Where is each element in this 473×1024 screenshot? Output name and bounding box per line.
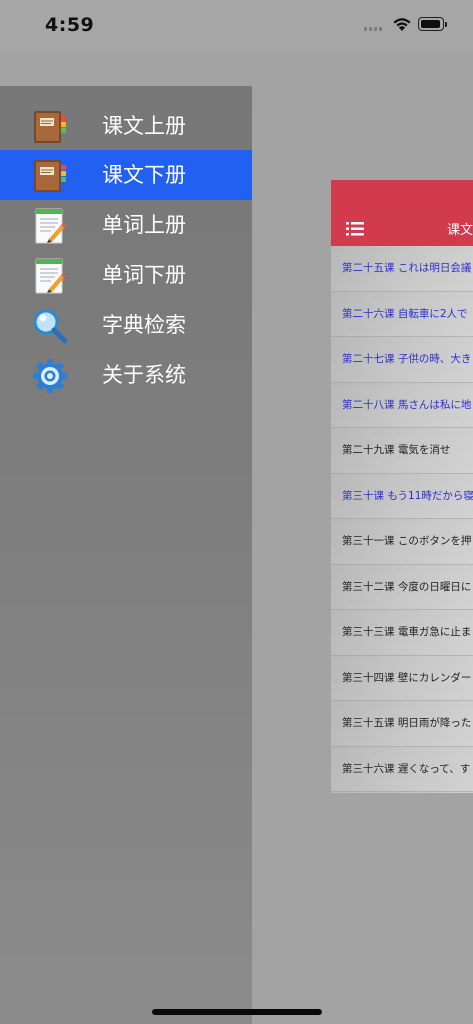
- lesson-title: 第二十九课 電気を消せ: [342, 444, 451, 457]
- menu-item-label: 课文下册: [102, 163, 186, 187]
- side-menu: 课文上册 课文下册 单词上册 单词下册 字典检索 关于系统: [0, 86, 252, 1024]
- pencil-note-icon: [35, 208, 66, 244]
- magnifier-icon: [33, 309, 68, 344]
- notebook-icon: [34, 111, 66, 143]
- signal-icon: [364, 27, 382, 31]
- lesson-row[interactable]: 第三十五课 明日雨が降った 止です: [331, 701, 473, 747]
- status-bar: 4:59: [0, 0, 473, 52]
- lesson-title: 第三十四课 壁にカレンダー: [342, 671, 472, 684]
- menu-item-about[interactable]: 关于系统: [0, 350, 252, 400]
- menu-item-label: 单词下册: [102, 263, 186, 287]
- lesson-row[interactable]: 第三十四课 壁にカレンダー: [331, 655, 473, 701]
- lesson-title: 第三十课 もう11時だから寝: [342, 489, 473, 502]
- status-time: 4:59: [45, 14, 95, 36]
- menu-item-label: 关于系统: [102, 363, 186, 387]
- menu-item-lesson-vol2[interactable]: 课文下册: [0, 150, 252, 200]
- menu-item-label: 单词上册: [102, 213, 186, 237]
- menu-item-label: 字典检索: [102, 313, 186, 337]
- lesson-row[interactable]: 第三十二课 今度の日曜日に りです: [331, 564, 473, 610]
- lesson-title: 第三十六课 遅くなって、す: [342, 762, 471, 775]
- lesson-title: 第三十五课 明日雨が降った 止です: [342, 717, 473, 730]
- main-content-panel[interactable]: 课文 第二十五课 これは明日会議 第二十六课 自転車に2人で 第二十七课 子供の…: [331, 180, 473, 793]
- lesson-title: 第三十二课 今度の日曜日に りです: [342, 580, 473, 593]
- lesson-title: 第三十一课 このボタンを押: [342, 535, 472, 548]
- wifi-icon: [393, 18, 411, 31]
- lesson-row[interactable]: 第三十课 もう11時だから寝: [331, 473, 473, 519]
- lesson-row[interactable]: 第二十九课 電気を消せ: [331, 428, 473, 474]
- lesson-row[interactable]: 第二十七课 子供の時、大き: [331, 337, 473, 383]
- battery-icon: [418, 17, 447, 31]
- lesson-title: 第二十六课 自転車に2人で: [342, 307, 468, 320]
- gear-icon: [33, 359, 67, 393]
- lesson-row[interactable]: 第二十五课 これは明日会議: [331, 246, 473, 292]
- home-indicator[interactable]: [152, 1009, 322, 1015]
- menu-item-label: 课文上册: [102, 114, 186, 138]
- lesson-list: 第二十五课 これは明日会議 第二十六课 自転車に2人で 第二十七课 子供の時、大…: [331, 246, 473, 792]
- pencil-note-icon: [35, 258, 66, 294]
- lesson-title: 第二十七课 子供の時、大き: [342, 353, 472, 366]
- lesson-title: 第三十三课 電車ガ急に止ま: [342, 626, 472, 639]
- menu-item-vocab-vol1[interactable]: 单词上册: [0, 200, 252, 250]
- menu-item-lesson-vol1[interactable]: 课文上册: [0, 101, 252, 151]
- list-menu-icon[interactable]: [346, 222, 364, 236]
- menu-item-vocab-vol2[interactable]: 单词下册: [0, 250, 252, 300]
- lesson-row[interactable]: 第三十一课 このボタンを押: [331, 519, 473, 565]
- nav-bar: 课文: [331, 180, 473, 246]
- lesson-row[interactable]: 第三十三课 電車ガ急に止ま: [331, 610, 473, 656]
- lesson-title: 第二十五课 これは明日会議: [342, 262, 472, 275]
- lesson-row[interactable]: 第二十六课 自転車に2人で: [331, 291, 473, 337]
- notebook-icon: [34, 160, 66, 192]
- nav-title: 课文: [447, 223, 473, 238]
- lesson-title: 第二十八课 馬さんは私に地: [342, 398, 472, 411]
- menu-item-dictionary[interactable]: 字典检索: [0, 300, 252, 350]
- lesson-row[interactable]: 第三十六课 遅くなって、す: [331, 746, 473, 792]
- lesson-row[interactable]: 第二十八课 馬さんは私に地: [331, 382, 473, 428]
